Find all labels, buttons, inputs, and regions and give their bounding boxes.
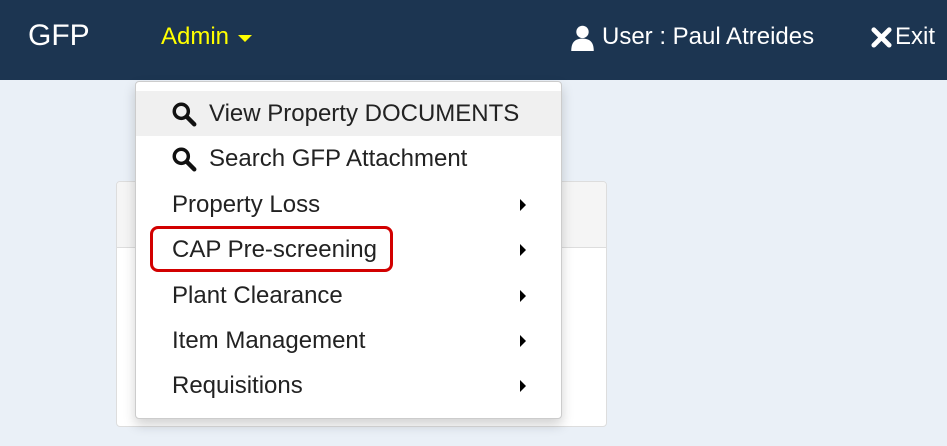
- menu-item-property-loss[interactable]: Property Loss: [136, 182, 561, 227]
- menu-item-label: CAP Pre-screening: [172, 235, 377, 263]
- menu-item-label: Property Loss: [172, 190, 321, 218]
- close-icon: [871, 26, 892, 48]
- menu-item-cap-pre-screening[interactable]: CAP Pre-screening: [136, 227, 561, 272]
- user-name-label: User : Paul Atreides: [602, 23, 815, 50]
- menu-item-label: Requisitions: [172, 371, 303, 399]
- search-icon: [172, 147, 197, 171]
- search-icon: [172, 102, 197, 126]
- exit-button[interactable]: Exit: [870, 22, 935, 52]
- admin-menu-label: Admin: [161, 23, 230, 50]
- menu-item-search-gfp-attachment[interactable]: Search GFP Attachment: [136, 136, 561, 181]
- menu-item-label: Plant Clearance: [172, 281, 343, 309]
- caret-down-icon: [238, 35, 253, 42]
- menu-item-label: Item Management: [172, 326, 366, 354]
- user-info: User : Paul Atreides: [569, 22, 814, 52]
- brand-logo[interactable]: GFP: [28, 18, 90, 54]
- admin-dropdown-menu: View Property DOCUMENTS Search GFP Attac…: [135, 81, 562, 419]
- menu-item-view-property-documents[interactable]: View Property DOCUMENTS: [136, 91, 561, 136]
- menu-item-plant-clearance[interactable]: Plant Clearance: [136, 273, 561, 318]
- caret-right-icon: [520, 244, 526, 256]
- caret-right-icon: [520, 290, 526, 302]
- admin-menu-toggle[interactable]: Admin: [161, 22, 253, 52]
- exit-label: Exit: [895, 23, 936, 50]
- menu-item-item-management[interactable]: Item Management: [136, 318, 561, 363]
- user-icon: [571, 25, 594, 51]
- caret-right-icon: [520, 380, 526, 392]
- top-navbar: GFP Admin User : Paul Atreides Exit: [0, 0, 947, 80]
- menu-item-label: Search GFP Attachment: [209, 144, 468, 172]
- caret-right-icon: [520, 335, 526, 347]
- caret-right-icon: [520, 199, 526, 211]
- menu-item-requisitions[interactable]: Requisitions: [136, 363, 561, 408]
- menu-item-label: View Property DOCUMENTS: [209, 99, 520, 127]
